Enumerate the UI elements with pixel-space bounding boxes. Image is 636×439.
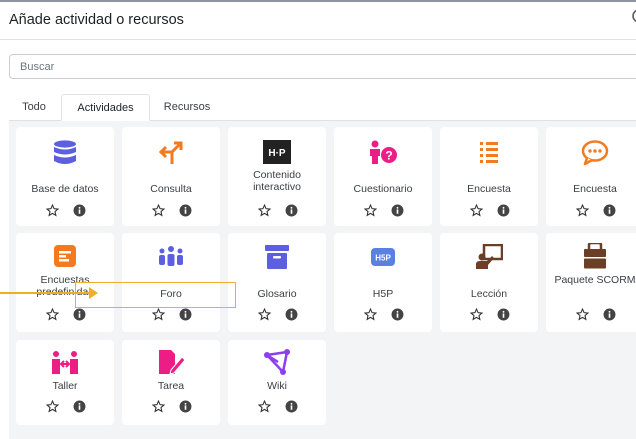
top-border bbox=[0, 0, 636, 2]
info-icon[interactable] bbox=[179, 204, 192, 217]
database-icon bbox=[54, 140, 76, 164]
tile-foro[interactable]: Foro bbox=[122, 233, 220, 332]
tile-label: Glosario bbox=[257, 288, 297, 300]
info-icon[interactable] bbox=[603, 204, 616, 217]
wiki-icon bbox=[264, 349, 290, 375]
info-icon[interactable] bbox=[497, 204, 510, 217]
star-icon[interactable] bbox=[258, 400, 271, 413]
info-icon[interactable] bbox=[179, 308, 192, 321]
info-icon[interactable] bbox=[391, 308, 404, 321]
tile-base-de-datos[interactable]: Base de datos bbox=[16, 127, 114, 226]
feedback-icon bbox=[581, 140, 609, 166]
predefined-survey-icon bbox=[54, 245, 76, 267]
survey-list-icon bbox=[480, 142, 498, 163]
glossary-icon bbox=[265, 245, 289, 269]
info-icon[interactable] bbox=[497, 308, 510, 321]
tile-encuesta-feedback[interactable]: Encuesta bbox=[546, 127, 636, 226]
tile-h5p[interactable]: H5P H5P bbox=[334, 233, 432, 332]
svg-text:H5P: H5P bbox=[375, 254, 391, 263]
tile-label: Cuestionario bbox=[353, 183, 413, 195]
tile-encuestas-predefinidas[interactable]: Encuestas predefinidas bbox=[16, 233, 114, 332]
star-icon[interactable] bbox=[46, 204, 59, 217]
star-icon[interactable] bbox=[576, 204, 589, 217]
tile-label: Encuesta bbox=[573, 183, 617, 195]
tile-label: Lección bbox=[470, 288, 508, 300]
star-icon[interactable] bbox=[364, 204, 377, 217]
dialog-title: Añade actividad o recursos bbox=[9, 12, 184, 28]
star-icon[interactable] bbox=[470, 204, 483, 217]
star-icon[interactable] bbox=[152, 308, 165, 321]
tile-tarea[interactable]: Tarea bbox=[122, 340, 220, 425]
scorm-package-icon bbox=[584, 243, 606, 269]
tile-contenido-interactivo[interactable]: H·P Contenido interactivo bbox=[228, 127, 326, 226]
tile-label: Foro bbox=[160, 288, 182, 300]
tab-recursos[interactable]: Recursos bbox=[152, 94, 222, 120]
tile-label: H5P bbox=[372, 288, 394, 300]
svg-text:?: ? bbox=[385, 149, 392, 163]
star-icon[interactable] bbox=[46, 400, 59, 413]
tile-label: Wiki bbox=[267, 380, 287, 392]
tile-label: Consulta bbox=[150, 183, 192, 195]
activity-panel: Base de datos Consulta H·P Contenido int… bbox=[9, 121, 636, 439]
tile-taller[interactable]: Taller bbox=[16, 340, 114, 425]
lesson-icon bbox=[476, 244, 503, 269]
assignment-icon bbox=[159, 350, 185, 375]
tab-actividades[interactable]: Actividades bbox=[61, 94, 150, 121]
tile-label: Taller bbox=[52, 380, 78, 392]
star-icon[interactable] bbox=[46, 308, 59, 321]
info-icon[interactable] bbox=[391, 204, 404, 217]
tile-cuestionario[interactable]: ? Cuestionario bbox=[334, 127, 432, 226]
star-icon[interactable] bbox=[152, 400, 165, 413]
tile-glosario[interactable]: Glosario bbox=[228, 233, 326, 332]
close-icon[interactable] bbox=[629, 9, 636, 23]
tile-consulta[interactable]: Consulta bbox=[122, 127, 220, 226]
highlight-arrow-line bbox=[0, 292, 90, 294]
info-icon[interactable] bbox=[285, 400, 298, 413]
tile-encuesta[interactable]: Encuesta bbox=[440, 127, 538, 226]
search-input[interactable] bbox=[9, 54, 636, 79]
tile-paquete-scorm[interactable]: Paquete SCORM bbox=[546, 233, 636, 332]
star-icon[interactable] bbox=[364, 308, 377, 321]
tile-label: Paquete SCORM bbox=[554, 274, 636, 286]
info-icon[interactable] bbox=[73, 400, 86, 413]
header-divider bbox=[0, 39, 636, 40]
h5p-icon: H·P bbox=[263, 140, 291, 164]
close-button[interactable] bbox=[629, 9, 636, 27]
star-icon[interactable] bbox=[576, 308, 589, 321]
tab-todo[interactable]: Todo bbox=[9, 94, 59, 120]
info-icon[interactable] bbox=[179, 400, 192, 413]
info-icon[interactable] bbox=[603, 308, 616, 321]
star-icon[interactable] bbox=[470, 308, 483, 321]
star-icon[interactable] bbox=[258, 204, 271, 217]
info-icon[interactable] bbox=[73, 308, 86, 321]
workshop-icon bbox=[52, 351, 78, 374]
star-icon[interactable] bbox=[152, 204, 165, 217]
tile-wiki[interactable]: Wiki bbox=[228, 340, 326, 425]
tile-label: Encuesta bbox=[467, 183, 511, 195]
info-icon[interactable] bbox=[73, 204, 86, 217]
svg-text:H·P: H·P bbox=[268, 148, 286, 159]
tab-bar: Todo Actividades Recursos bbox=[9, 94, 636, 121]
h5p-badge-icon: H5P bbox=[371, 248, 395, 266]
choice-icon bbox=[158, 141, 183, 164]
forum-icon bbox=[159, 246, 183, 266]
info-icon[interactable] bbox=[285, 204, 298, 217]
info-icon[interactable] bbox=[285, 308, 298, 321]
tile-label: Contenido interactivo bbox=[253, 169, 301, 193]
tile-leccion[interactable]: Lección bbox=[440, 233, 538, 332]
tile-label: Base de datos bbox=[31, 183, 99, 195]
star-icon[interactable] bbox=[258, 308, 271, 321]
tile-label: Tarea bbox=[157, 380, 185, 392]
highlight-arrow-head bbox=[89, 287, 98, 299]
quiz-icon: ? bbox=[370, 140, 397, 164]
